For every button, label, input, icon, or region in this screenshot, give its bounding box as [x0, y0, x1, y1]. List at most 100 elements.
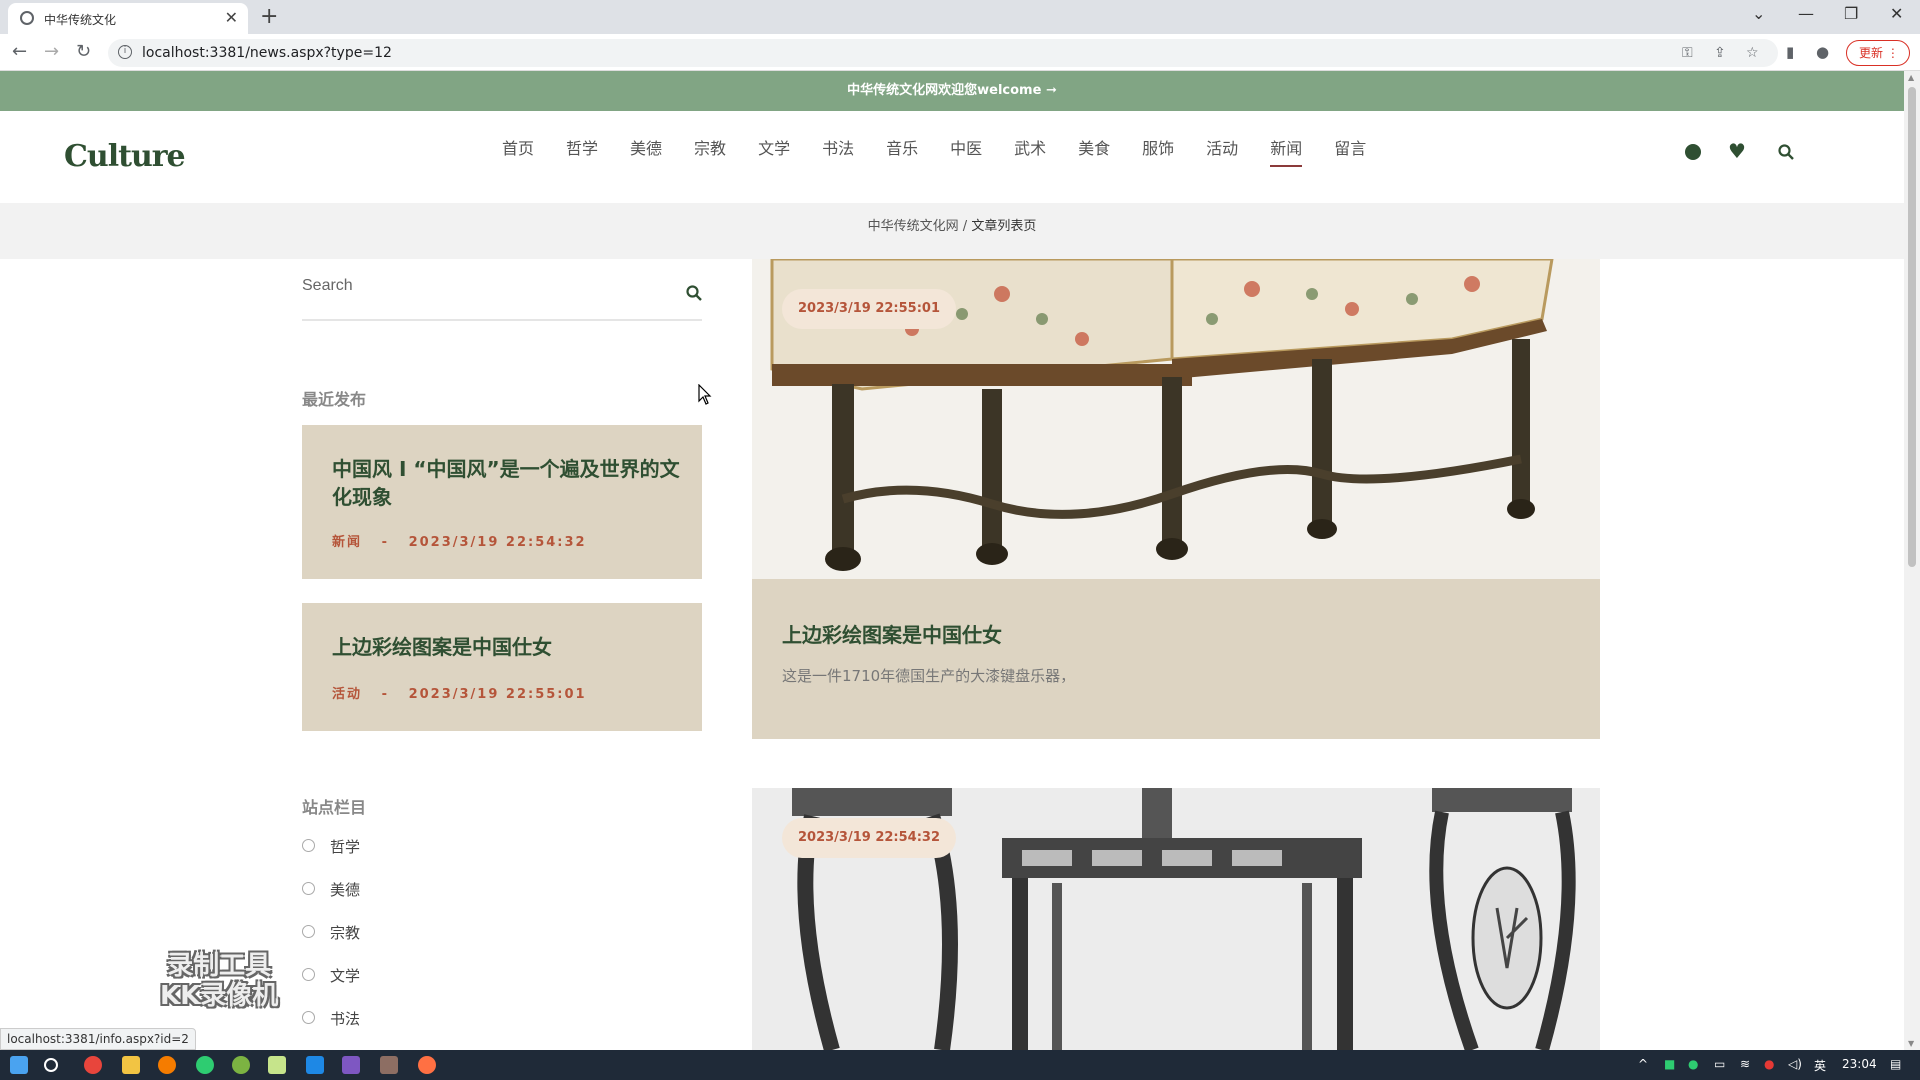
app-icon[interactable]: [306, 1056, 324, 1074]
radio-icon[interactable]: [302, 925, 315, 938]
update-button[interactable]: 更新 ⋮: [1846, 40, 1910, 66]
recent-item-title[interactable]: 上边彩绘图案是中国仕女: [332, 633, 682, 661]
nav-item[interactable]: 活动: [1206, 111, 1238, 203]
minimize-button[interactable]: —: [1798, 4, 1814, 23]
nav-item[interactable]: 哲学: [566, 111, 598, 203]
omnibox[interactable]: i localhost:3381/news.aspx?type=12 ⚿ ⇪ ☆: [108, 39, 1778, 67]
tab-title: 中华传统文化: [44, 13, 117, 27]
scroll-up-icon[interactable]: ▲: [1908, 73, 1914, 82]
nav-item[interactable]: 留言: [1334, 111, 1366, 203]
app-icon[interactable]: [158, 1056, 176, 1074]
restore-button[interactable]: ❐: [1844, 4, 1858, 23]
site-header: Culture 首页 哲学 美德 宗教 文学 书法 音乐 中医 武术 美食 服饰 活动 新闻 留言 ♥: [0, 111, 1904, 203]
tray-wifi-icon[interactable]: ≋: [1740, 1057, 1750, 1071]
radio-icon[interactable]: [302, 1011, 315, 1024]
recorder-icon[interactable]: [418, 1056, 436, 1074]
user-icon[interactable]: [1685, 144, 1701, 160]
meta-separator: -: [381, 687, 389, 702]
tab-search-icon[interactable]: ⌄: [1752, 4, 1765, 23]
nav-item[interactable]: 新闻: [1270, 111, 1303, 203]
site-logo[interactable]: Culture: [64, 139, 186, 174]
post-image[interactable]: 2023/3/19 22:54:32: [752, 788, 1600, 1050]
chrome-icon[interactable]: [84, 1056, 102, 1074]
browser-tab[interactable]: 中华传统文化 ✕: [8, 3, 248, 34]
scrollbar-thumb[interactable]: [1908, 87, 1916, 567]
wechat-icon[interactable]: [196, 1056, 214, 1074]
close-tab-icon[interactable]: ✕: [225, 8, 238, 27]
category-label[interactable]: 文学: [330, 965, 360, 986]
category-label[interactable]: 哲学: [330, 836, 360, 857]
nav-item[interactable]: 服饰: [1142, 111, 1174, 203]
address-toolbar: ← → ↻ i localhost:3381/news.aspx?type=12…: [0, 34, 1920, 71]
nav-item[interactable]: 音乐: [886, 111, 918, 203]
app-icon[interactable]: [232, 1056, 250, 1074]
recent-item-category[interactable]: 新闻: [332, 535, 362, 550]
breadcrumb-home[interactable]: 中华传统文化网: [868, 219, 959, 234]
new-tab-button[interactable]: +: [260, 4, 278, 29]
start-icon[interactable]: [10, 1056, 28, 1074]
nav-item[interactable]: 美食: [1078, 111, 1110, 203]
page-viewport: 中华传统文化网欢迎您welcome ➞ Culture 首页 哲学 美德 宗教 文学 书法…: [0, 71, 1904, 1050]
post-excerpt: 这是一件1710年德国生产的大漆键盘乐器，: [782, 667, 1076, 685]
nav-item[interactable]: 书法: [822, 111, 854, 203]
tray-wechat-icon[interactable]: ●: [1688, 1057, 1698, 1071]
nav-item[interactable]: 武术: [1014, 111, 1046, 203]
site-info-icon[interactable]: i: [118, 45, 132, 59]
tray-battery-icon[interactable]: ▭: [1714, 1057, 1725, 1071]
browser-tabbar: 中华传统文化 ✕ + ⌄ — ❐ ✕: [0, 0, 1920, 34]
folder-icon[interactable]: [122, 1056, 140, 1074]
recent-item[interactable]: 中国风 I “中国风”是一个遍及世界的文化现象 新闻 - 2023/3/19 2…: [302, 425, 702, 579]
nav-item[interactable]: 宗教: [694, 111, 726, 203]
welcome-banner[interactable]: 中华传统文化网欢迎您welcome ➞: [0, 71, 1904, 111]
category-label[interactable]: 美德: [330, 879, 360, 900]
clock[interactable]: 23:04: [1842, 1057, 1877, 1071]
notepad-icon[interactable]: [268, 1056, 286, 1074]
recent-item-meta: 新闻 - 2023/3/19 22:54:32: [332, 531, 587, 550]
nav-item[interactable]: 文学: [758, 111, 790, 203]
recent-item-title[interactable]: 中国风 I “中国风”是一个遍及世界的文化现象: [332, 455, 682, 511]
tray-chevron-icon[interactable]: ^: [1638, 1057, 1648, 1071]
scroll-down-icon[interactable]: ▼: [1908, 1039, 1914, 1048]
reload-icon[interactable]: ↻: [76, 41, 91, 62]
search-input[interactable]: [302, 271, 642, 301]
category-label[interactable]: 书法: [330, 1008, 360, 1029]
recent-item-category[interactable]: 活动: [332, 687, 362, 702]
radio-icon[interactable]: [302, 882, 315, 895]
notification-icon[interactable]: ▤: [1890, 1057, 1901, 1071]
category-label[interactable]: 宗教: [330, 922, 360, 943]
mouse-cursor-icon: [698, 384, 712, 405]
page-scrollbar[interactable]: ▲ ▼: [1904, 71, 1920, 1050]
app-icon[interactable]: [380, 1056, 398, 1074]
key-icon[interactable]: ⚿: [1682, 45, 1693, 61]
tray-volume-icon[interactable]: ◁): [1788, 1057, 1802, 1071]
close-window-button[interactable]: ✕: [1890, 4, 1903, 23]
heart-icon[interactable]: ♥: [1728, 139, 1746, 163]
post-image[interactable]: 2023/3/19 22:55:01: [752, 259, 1600, 579]
forward-icon[interactable]: →: [44, 41, 59, 62]
radio-icon[interactable]: [302, 968, 315, 981]
back-icon[interactable]: ←: [12, 41, 27, 62]
recent-item-date: 2023/3/19 22:55:01: [408, 687, 587, 702]
input-language[interactable]: 英: [1814, 1057, 1826, 1074]
profile-icon[interactable]: ●: [1816, 43, 1829, 61]
tray-app-icon[interactable]: ●: [1764, 1057, 1774, 1071]
nav-item[interactable]: 美德: [630, 111, 662, 203]
recording-watermark: 录制工具 KK录像机: [160, 951, 278, 1011]
recent-item[interactable]: 上边彩绘图案是中国仕女 活动 - 2023/3/19 22:55:01: [302, 603, 702, 731]
search-icon[interactable]: [1778, 144, 1794, 160]
nav-item[interactable]: 中医: [950, 111, 982, 203]
link-status-url: localhost:3381/info.aspx?id=2: [0, 1028, 196, 1050]
share-icon[interactable]: ⇪: [1714, 45, 1726, 61]
search-icon[interactable]: [44, 1058, 58, 1072]
recent-item-date: 2023/3/19 22:54:32: [408, 535, 587, 550]
bookmark-star-icon[interactable]: ☆: [1746, 45, 1759, 61]
radio-icon[interactable]: [302, 839, 315, 852]
nav-item[interactable]: 首页: [502, 111, 534, 203]
post-title[interactable]: 上边彩绘图案是中国仕女: [782, 619, 1002, 648]
tray-app-icon[interactable]: ■: [1664, 1057, 1675, 1071]
side-panel-icon[interactable]: ▮: [1786, 43, 1794, 61]
url-text[interactable]: localhost:3381/news.aspx?type=12: [142, 45, 392, 61]
visual-studio-icon[interactable]: [342, 1056, 360, 1074]
search-icon[interactable]: [686, 285, 702, 301]
breadcrumb: 中华传统文化网 / 文章列表页: [0, 203, 1904, 259]
